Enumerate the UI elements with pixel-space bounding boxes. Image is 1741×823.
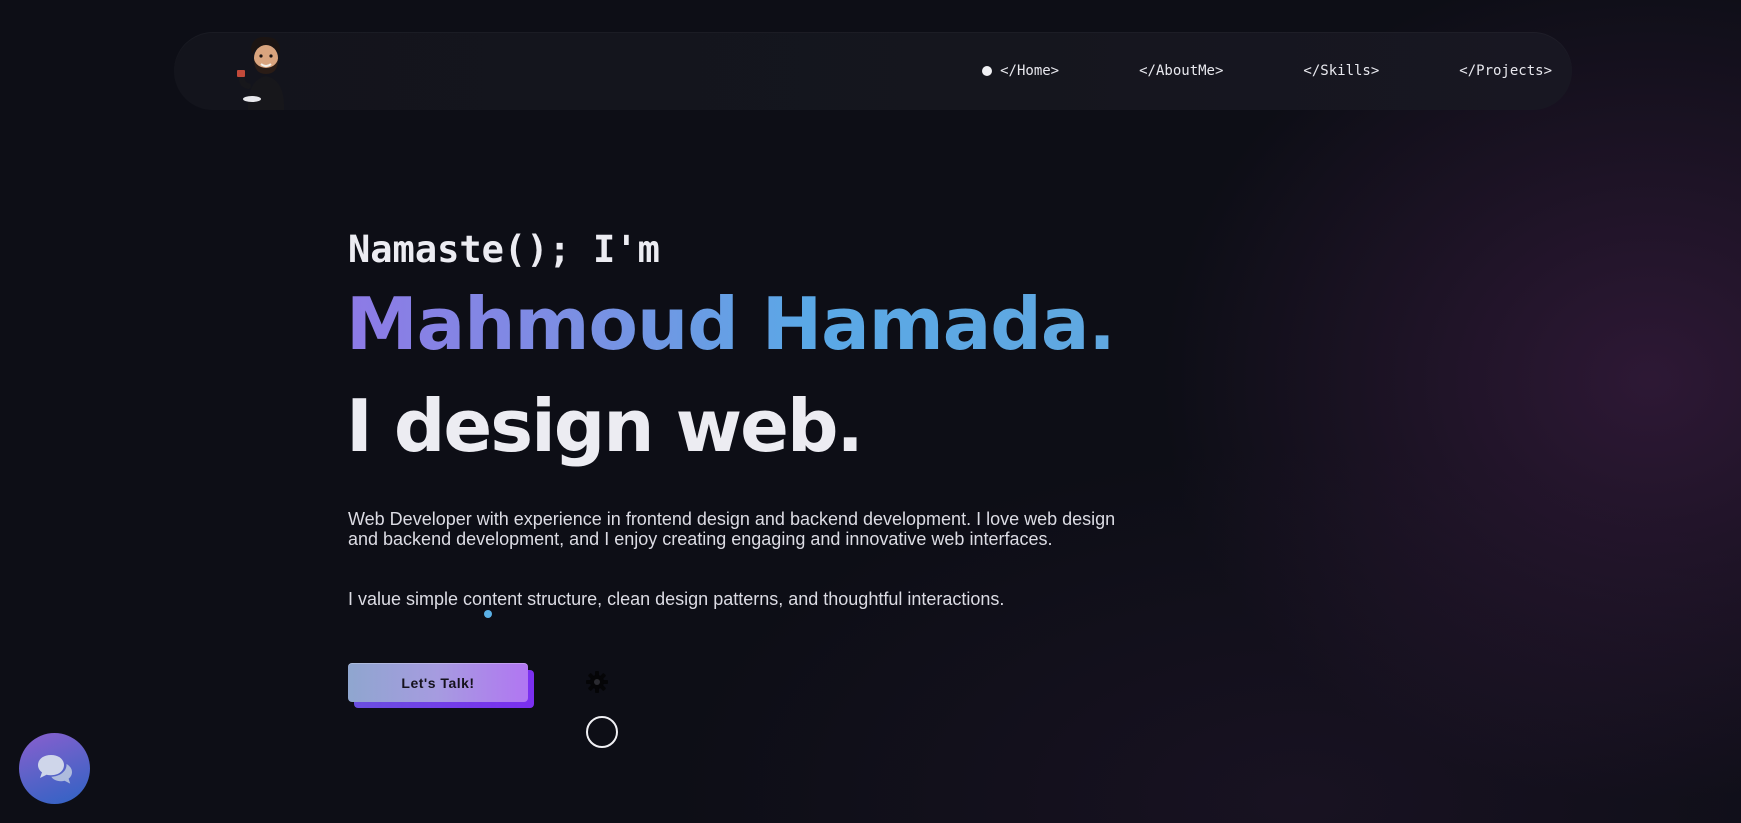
gear-icon[interactable] [585,670,609,694]
nav-item-projects[interactable]: </Projects> [1459,63,1552,79]
cursor-dot [484,610,492,618]
hero-tagline: I design web. [346,384,864,468]
nav-item-label: </Skills> [1303,63,1380,79]
nav-item-aboutme[interactable]: </AboutMe> [1139,63,1223,79]
page: </Home> </AboutMe> </Skills> </Projects>… [0,0,1741,823]
nav-item-skills[interactable]: </Skills> [1303,63,1379,79]
avatar[interactable] [234,34,296,110]
circle-outline-icon[interactable] [586,716,618,748]
lets-talk-button[interactable]: Let's Talk! [348,663,528,702]
hero-description: Web Developer with experience in fronten… [348,509,1116,549]
nav-item-label: </Projects> [1459,63,1552,79]
nav-links: </Home> </AboutMe> </Skills> </Projects> [982,32,1552,110]
nav-item-label: </Home> [1000,63,1060,79]
nav-item-home[interactable]: </Home> [982,63,1059,79]
hero-name: Mahmoud Hamada. [346,282,1116,366]
hero-greeting: Namaste(); I'm [348,228,660,271]
chat-button[interactable] [19,733,90,804]
bitmoji-avatar-icon [237,36,285,110]
chat-bubbles-icon [37,754,72,784]
navbar: </Home> </AboutMe> </Skills> </Projects> [174,32,1572,110]
hero-description-secondary: I value simple content structure, clean … [348,589,1005,609]
active-indicator-dot [982,66,993,76]
nav-item-label: </AboutMe> [1139,63,1224,79]
